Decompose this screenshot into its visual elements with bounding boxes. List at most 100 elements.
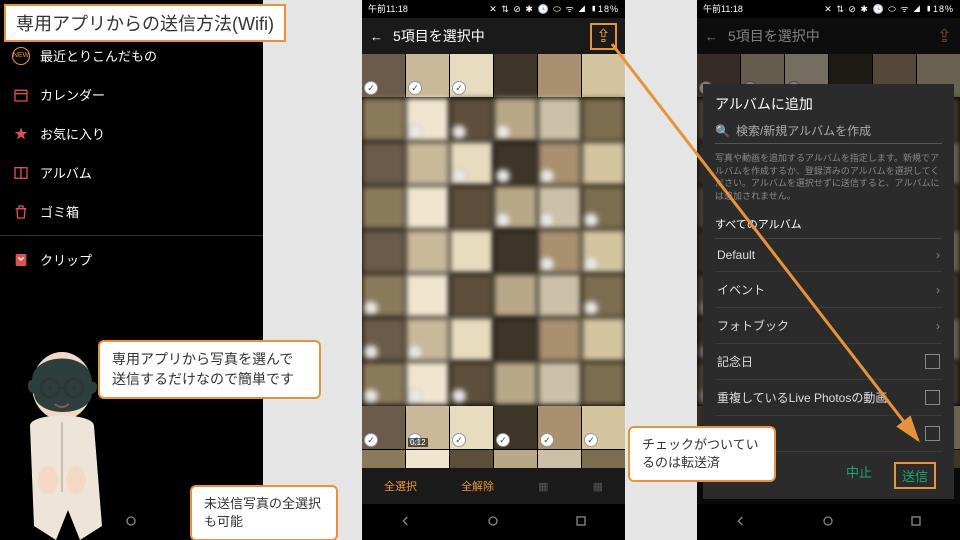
search-icon: 🔍 — [715, 124, 730, 138]
album-label: フォトブック — [717, 317, 789, 334]
deselect-all-button[interactable]: 全解除 — [461, 478, 494, 494]
photo-thumb[interactable]: ✓ — [494, 142, 537, 185]
image-icon[interactable]: ▦ — [593, 480, 603, 493]
photo-thumb[interactable] — [582, 98, 625, 141]
photo-thumb[interactable]: ✓ — [538, 450, 581, 468]
photo-thumb[interactable] — [582, 362, 625, 405]
photo-thumb[interactable]: ✓ — [362, 362, 405, 405]
photo-thumb[interactable] — [494, 274, 537, 317]
photo-thumb[interactable]: ✓ — [538, 406, 581, 449]
cancel-button[interactable]: 中止 — [846, 462, 872, 489]
album-item[interactable]: 重複しているLive Photosの動画 — [715, 380, 942, 416]
photo-thumb[interactable]: ✓ — [538, 142, 581, 185]
back-icon[interactable]: ← — [370, 29, 383, 44]
photo-thumb[interactable]: ✓ — [406, 98, 449, 141]
photo-thumb[interactable] — [538, 274, 581, 317]
photo-thumb[interactable]: ✓ — [582, 230, 625, 273]
status-bar: 午前11:18 ✕ ⇅ ⊘ ✱ 🕓 ⬭ ᯤ ◢ ▮18% — [362, 0, 625, 18]
photo-thumb[interactable] — [494, 54, 537, 97]
photo-thumb[interactable]: ✓ — [538, 186, 581, 229]
photo-thumb[interactable]: ✓ — [362, 318, 405, 361]
photo-thumb[interactable]: ✓ — [494, 98, 537, 141]
menu-favorite[interactable]: お気に入り — [0, 114, 263, 153]
photo-thumb[interactable] — [582, 142, 625, 185]
photo-thumb[interactable] — [406, 274, 449, 317]
photo-thumb[interactable]: ✓ — [450, 98, 493, 141]
photo-thumb[interactable]: ✓ — [450, 142, 493, 185]
photo-thumb[interactable] — [494, 230, 537, 273]
photo-thumb[interactable]: ✓ — [450, 406, 493, 449]
android-nav — [697, 504, 960, 540]
photo-thumb[interactable] — [450, 186, 493, 229]
photo-thumb[interactable]: ✓ — [362, 274, 405, 317]
photo-thumb[interactable]: ✓ — [362, 406, 405, 449]
share-icon[interactable]: ⇪ — [590, 23, 617, 50]
check-icon: ✓ — [364, 345, 378, 359]
photo-grid[interactable]: ✓✓✓✓✓✓✓✓✓✓✓✓✓✓✓✓✓✓✓✓✓✓✓0:12✓✓✓✓✓✓✓✓✓✓✓✓✓… — [362, 54, 625, 468]
photo-thumb[interactable] — [450, 230, 493, 273]
album-search[interactable]: 🔍 検索/新規アルバムを作成 — [715, 122, 942, 144]
photo-thumb[interactable] — [450, 318, 493, 361]
photo-thumb[interactable] — [538, 54, 581, 97]
photo-thumb[interactable]: ✓ — [362, 450, 405, 468]
speech-bubble-select: 未送信写真の全選択も可能 — [190, 485, 338, 540]
photo-thumb[interactable] — [538, 318, 581, 361]
photo-thumb[interactable] — [450, 274, 493, 317]
album-item[interactable]: イベント› — [715, 272, 942, 308]
nav-back-icon[interactable] — [398, 513, 414, 532]
photo-thumb[interactable]: ✓ — [538, 230, 581, 273]
selection-title: 5項目を選択中 — [728, 26, 927, 46]
send-button[interactable]: 送信 — [894, 462, 936, 489]
select-all-button[interactable]: 全選択 — [384, 478, 417, 494]
photo-thumb[interactable]: ✓ — [494, 450, 537, 468]
photo-thumb[interactable] — [494, 362, 537, 405]
photo-thumb[interactable]: ✓ — [582, 274, 625, 317]
title-callout: 専用アプリからの送信方法(Wifi) — [4, 4, 286, 42]
nav-recent-icon[interactable] — [908, 513, 924, 532]
share-icon: ⇪ — [937, 26, 952, 47]
photo-thumb[interactable]: ✓ — [406, 54, 449, 97]
photo-thumb[interactable] — [406, 142, 449, 185]
photo-thumb[interactable] — [582, 54, 625, 97]
photo-thumb[interactable]: ✓ — [450, 450, 493, 468]
photo-thumb[interactable]: ✓ — [494, 406, 537, 449]
menu-album[interactable]: アルバム — [0, 153, 263, 192]
nav-home-icon[interactable] — [820, 513, 836, 532]
photo-thumb[interactable]: ✓ — [582, 406, 625, 449]
photo-thumb[interactable]: ✓ — [582, 186, 625, 229]
album-item[interactable]: Default› — [715, 239, 942, 272]
photo-thumb[interactable] — [538, 362, 581, 405]
photo-thumb[interactable]: ✓ — [450, 362, 493, 405]
photo-thumb[interactable]: ✓ — [406, 318, 449, 361]
menu-label: ゴミ箱 — [40, 202, 79, 221]
photo-thumb[interactable] — [494, 318, 537, 361]
nav-back-icon[interactable] — [733, 513, 749, 532]
photo-thumb[interactable]: ✓ — [362, 54, 405, 97]
jpeg-icon[interactable]: ▦ — [538, 480, 548, 493]
menu-trash[interactable]: ゴミ箱 — [0, 192, 263, 231]
photo-thumb[interactable] — [538, 98, 581, 141]
photo-thumb[interactable]: ✓ — [406, 450, 449, 468]
photo-thumb[interactable] — [362, 142, 405, 185]
menu-calendar[interactable]: カレンダー — [0, 75, 263, 114]
menu-label: お気に入り — [40, 124, 105, 143]
nav-home-icon[interactable] — [485, 513, 501, 532]
menu-clip[interactable]: クリップ — [0, 240, 263, 279]
photo-thumb[interactable] — [362, 98, 405, 141]
album-item[interactable]: フォトブック› — [715, 308, 942, 344]
photo-thumb[interactable] — [406, 230, 449, 273]
album-item[interactable]: 記念日 — [715, 344, 942, 380]
photo-thumb[interactable]: ✓ — [406, 362, 449, 405]
photo-thumb[interactable] — [582, 318, 625, 361]
check-icon: ✓ — [452, 125, 466, 139]
photo-thumb[interactable] — [362, 186, 405, 229]
photo-thumb[interactable]: ✓0:12 — [406, 406, 449, 449]
nav-recent-icon[interactable] — [573, 513, 589, 532]
photo-thumb[interactable]: ✓ — [582, 450, 625, 468]
photo-thumb[interactable] — [362, 230, 405, 273]
photo-thumb[interactable] — [406, 186, 449, 229]
photo-thumb[interactable]: ✓ — [450, 54, 493, 97]
check-icon: ✓ — [408, 125, 422, 139]
photo-thumb[interactable]: ✓ — [494, 186, 537, 229]
check-icon: ✓ — [584, 213, 598, 227]
